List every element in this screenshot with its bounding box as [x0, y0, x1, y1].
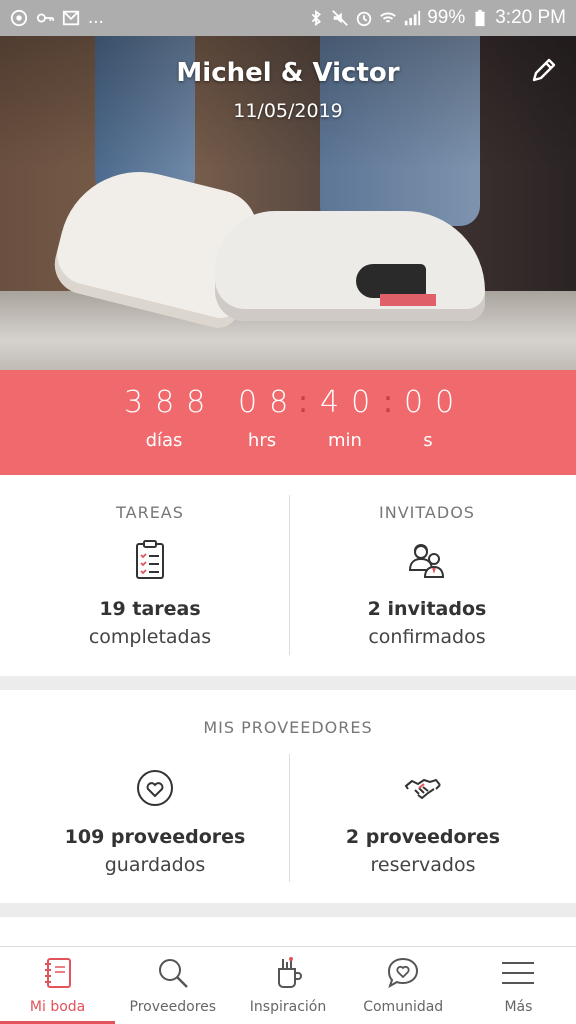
bottom-navigation: Mi boda Proveedores Inspiración Comunida…	[0, 946, 576, 1024]
nav-comunidad[interactable]: Comunidad	[346, 947, 461, 1024]
nav-label: Más	[504, 999, 533, 1015]
bluetooth-icon	[311, 9, 322, 27]
battery-percent: 99%	[427, 7, 466, 28]
chat-heart-icon	[388, 957, 419, 989]
nav-label: Proveedores	[129, 999, 217, 1015]
countdown-banner: 388 08 : 40 : 00 días hrs min s	[0, 370, 576, 475]
whatsapp-icon	[10, 9, 28, 27]
pencil-icon[interactable]	[526, 54, 560, 88]
tasks-summary[interactable]: TAREAS 19 tareas completadas	[6, 475, 294, 676]
nav-label: Comunidad	[363, 999, 444, 1015]
key-icon	[36, 13, 54, 23]
booked-providers[interactable]: 2 proveedores reservados	[279, 752, 567, 902]
menu-icon	[502, 962, 535, 984]
countdown-minutes-label: min	[328, 430, 362, 451]
countdown-hours: 08	[238, 385, 301, 420]
countdown-seconds: 00	[404, 385, 467, 420]
heart-circle-icon	[137, 770, 173, 806]
next-card-peek	[0, 917, 576, 946]
nav-inspiracion[interactable]: Inspiración	[230, 947, 345, 1024]
countdown-seconds-label: s	[423, 430, 433, 451]
guests-heading: INVITADOS	[379, 503, 475, 522]
battery-icon	[475, 9, 485, 27]
countdown-hours-label: hrs	[247, 430, 277, 451]
status-notifications: ...	[10, 7, 104, 29]
nav-proveedores[interactable]: Proveedores	[115, 947, 230, 1024]
countdown-days-label: días	[145, 430, 183, 451]
guests-summary[interactable]: INVITADOS 2 invitados confirmados	[283, 475, 571, 676]
countdown-colon: :	[298, 385, 309, 420]
guests-sub: confirmados	[368, 626, 486, 648]
handshake-icon	[404, 778, 441, 800]
nav-label: Inspiración	[249, 999, 327, 1015]
wifi-icon	[380, 12, 397, 23]
status-bar: ... 99% 3:20 PM	[0, 0, 576, 36]
signal-icon	[405, 10, 421, 26]
summary-card: TAREAS 19 tareas completadas INVITADOS 2…	[0, 475, 576, 676]
wedding-cover-photo[interactable]: Michel & Victor 11/05/2019	[0, 36, 576, 370]
countdown-minutes: 40	[320, 385, 383, 420]
nav-mi-boda[interactable]: Mi boda	[0, 947, 116, 1024]
couple-icon	[408, 544, 445, 578]
tasks-count: 19 tareas	[99, 598, 201, 620]
search-icon	[158, 959, 188, 988]
mute-icon	[332, 10, 349, 26]
more-notifications: ...	[88, 7, 104, 28]
wedding-date: 11/05/2019	[233, 100, 343, 122]
saved-providers[interactable]: 109 proveedores guardados	[11, 752, 299, 902]
clipboard-checklist-icon	[136, 540, 164, 579]
section-separator	[0, 903, 576, 917]
saved-providers-count: 109 proveedores	[64, 826, 246, 848]
tasks-heading: TAREAS	[116, 503, 184, 522]
clock: 3:20 PM	[495, 7, 566, 28]
countdown-days: 388	[124, 385, 218, 420]
countdown-numbers: 388 08 : 40 : 00	[0, 385, 576, 425]
alarm-icon	[357, 11, 372, 27]
status-system: 99% 3:20 PM	[307, 7, 566, 29]
gmail-icon	[62, 10, 80, 26]
inspiration-icon	[278, 957, 302, 988]
tasks-sub: completadas	[88, 626, 212, 648]
guests-count: 2 invitados	[367, 598, 487, 620]
nav-mas[interactable]: Más	[461, 947, 576, 1024]
countdown-colon: :	[383, 385, 394, 420]
notebook-icon	[44, 958, 71, 988]
saved-providers-sub: guardados	[104, 854, 206, 876]
booked-providers-sub: reservados	[370, 854, 476, 876]
providers-heading: MIS PROVEEDORES	[203, 718, 373, 737]
nav-label: Mi boda	[29, 999, 86, 1015]
booked-providers-count: 2 proveedores	[345, 826, 501, 848]
section-separator	[0, 676, 576, 690]
couple-names: Michel & Victor	[176, 58, 400, 88]
providers-card: MIS PROVEEDORES 109 proveedores guardado…	[0, 690, 576, 903]
